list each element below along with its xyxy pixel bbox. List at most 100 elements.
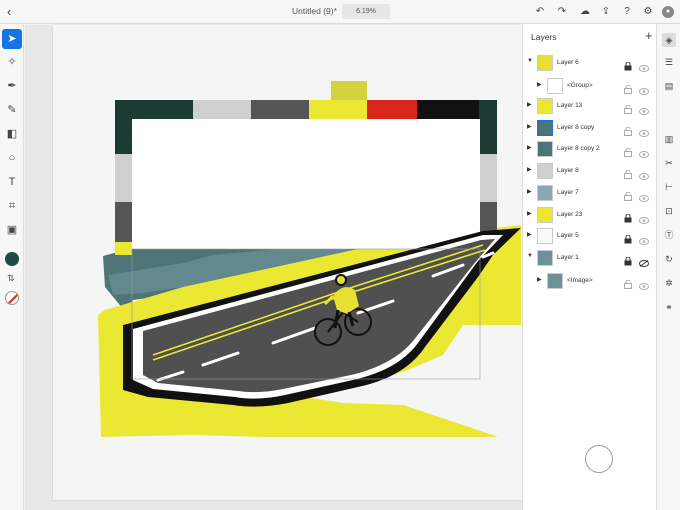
layer-thumbnail[interactable] bbox=[537, 228, 553, 244]
eye-icon[interactable] bbox=[639, 102, 649, 115]
pen-tool-icon[interactable]: ✒ bbox=[2, 76, 22, 96]
align-icon[interactable]: ⊢ bbox=[662, 180, 676, 194]
eye-icon[interactable] bbox=[639, 145, 649, 158]
expand-arrow-icon[interactable]: ▶ bbox=[537, 276, 542, 283]
layer-thumbnail[interactable] bbox=[537, 163, 553, 179]
share-icon[interactable]: ⇪ bbox=[599, 5, 613, 19]
eye-icon[interactable] bbox=[639, 82, 649, 95]
unlock-icon[interactable] bbox=[624, 101, 632, 114]
layer-name[interactable]: Layer 8 bbox=[557, 167, 579, 174]
layer-thumbnail[interactable] bbox=[547, 78, 563, 94]
plus-icon[interactable]: + bbox=[645, 28, 653, 43]
unlock-icon[interactable] bbox=[624, 188, 632, 201]
unlock-icon[interactable] bbox=[624, 144, 632, 157]
eye-icon[interactable] bbox=[639, 277, 649, 290]
unlock-icon[interactable] bbox=[624, 123, 632, 136]
unlock-icon[interactable] bbox=[624, 166, 632, 179]
libraries-icon[interactable]: ▤ bbox=[662, 79, 676, 93]
expand-arrow-icon[interactable]: ▶ bbox=[527, 144, 532, 151]
layer-row[interactable]: ▶ Layer 8 bbox=[523, 160, 657, 182]
eye-icon[interactable] bbox=[639, 211, 649, 224]
direct-select-tool-icon[interactable]: ✧ bbox=[2, 52, 22, 72]
eye-icon[interactable] bbox=[639, 189, 649, 202]
cloud-sync-icon[interactable]: ☁ bbox=[578, 5, 592, 19]
zoom-level[interactable]: 6.19% bbox=[342, 4, 390, 19]
layer-thumbnail[interactable] bbox=[547, 273, 563, 289]
redo-icon[interactable]: ↷ bbox=[555, 5, 569, 19]
shape-tool-icon[interactable]: ○ bbox=[2, 148, 22, 168]
lock-icon[interactable] bbox=[624, 253, 632, 266]
unlock-icon[interactable] bbox=[624, 81, 632, 94]
layer-name[interactable]: Layer 8 copy bbox=[557, 124, 594, 131]
image-tool-icon[interactable]: ▣ bbox=[2, 220, 22, 240]
expand-arrow-icon[interactable]: ▶ bbox=[527, 166, 532, 173]
select-tool-icon[interactable]: ➤ bbox=[2, 29, 22, 49]
done-button[interactable] bbox=[585, 445, 613, 473]
canvas-area[interactable] bbox=[25, 25, 522, 510]
layer-name[interactable]: Layer 6 bbox=[557, 59, 579, 66]
help-icon[interactable]: ? bbox=[620, 5, 634, 19]
collapse-arrow-icon[interactable]: ▼ bbox=[527, 58, 533, 64]
type-tool-icon[interactable]: T bbox=[2, 172, 22, 192]
layer-row[interactable]: ▶ Layer 23 bbox=[523, 204, 657, 226]
layer-row[interactable]: ▶ <Image> bbox=[523, 270, 657, 292]
layer-row[interactable]: ▶ <Group> bbox=[523, 75, 657, 97]
artboard[interactable] bbox=[53, 25, 522, 500]
expand-arrow-icon[interactable]: ▶ bbox=[537, 81, 542, 88]
pencil-tool-icon[interactable]: ✎ bbox=[2, 100, 22, 120]
layer-thumbnail[interactable] bbox=[537, 185, 553, 201]
repeat-icon[interactable]: ↻ bbox=[662, 252, 676, 266]
layer-name[interactable]: Layer 7 bbox=[557, 189, 579, 196]
expand-arrow-icon[interactable]: ▶ bbox=[527, 123, 532, 130]
layers-icon[interactable]: ◈ bbox=[662, 33, 676, 47]
expand-arrow-icon[interactable]: ▶ bbox=[527, 210, 532, 217]
layer-thumbnail[interactable] bbox=[537, 250, 553, 266]
layer-thumbnail[interactable] bbox=[537, 141, 553, 157]
layer-row[interactable]: ▶ Layer 13 bbox=[523, 95, 657, 117]
layer-row[interactable]: ▶ Layer 7 bbox=[523, 182, 657, 204]
eye-icon[interactable] bbox=[639, 59, 649, 72]
user-icon[interactable]: ● bbox=[662, 6, 674, 18]
unlock-icon[interactable] bbox=[624, 276, 632, 289]
expand-arrow-icon[interactable]: ▶ bbox=[527, 188, 532, 195]
expand-arrow-icon[interactable]: ▶ bbox=[527, 101, 532, 108]
layer-name[interactable]: <Image> bbox=[567, 277, 593, 284]
eye-icon[interactable] bbox=[639, 124, 649, 137]
swap-colors-icon[interactable]: ⇅ bbox=[7, 273, 15, 284]
layer-row[interactable]: ▼ Layer 6 bbox=[523, 52, 657, 74]
stroke-color-swatch[interactable] bbox=[5, 291, 19, 305]
chevron-left-icon[interactable]: ‹ bbox=[7, 5, 11, 19]
transform-icon[interactable]: ⊡ bbox=[662, 204, 676, 218]
text-properties-icon[interactable]: Ⓣ bbox=[662, 228, 676, 242]
lock-icon[interactable] bbox=[624, 58, 632, 71]
settings-icon[interactable]: ✲ bbox=[662, 276, 676, 290]
eye-icon[interactable] bbox=[639, 167, 649, 180]
expand-arrow-icon[interactable]: ▶ bbox=[527, 231, 532, 238]
fill-color-swatch[interactable] bbox=[5, 252, 19, 266]
collapse-arrow-icon[interactable]: ▼ bbox=[527, 253, 533, 259]
layer-row[interactable]: ▶ Layer 8 copy bbox=[523, 117, 657, 139]
document-title[interactable]: Untitled (9)* bbox=[292, 6, 337, 16]
transform-tool-icon[interactable]: ⌗ bbox=[2, 196, 22, 216]
lock-icon[interactable] bbox=[624, 231, 632, 244]
lock-icon[interactable] bbox=[624, 210, 632, 223]
layer-row[interactable]: ▼ Layer 1 bbox=[523, 247, 657, 269]
layer-name[interactable]: Layer 1 bbox=[557, 254, 579, 261]
layer-name[interactable]: Layer 8 copy 2 bbox=[557, 145, 600, 152]
artwork[interactable] bbox=[53, 25, 522, 500]
layer-row[interactable]: ▶ Layer 8 copy 2 bbox=[523, 138, 657, 160]
layer-thumbnail[interactable] bbox=[537, 98, 553, 114]
properties-icon[interactable]: ☰ bbox=[662, 55, 676, 69]
undo-icon[interactable]: ↶ bbox=[533, 5, 547, 19]
eye-icon[interactable] bbox=[639, 232, 649, 245]
link-icon[interactable]: ⚭ bbox=[662, 300, 676, 314]
eraser-tool-icon[interactable]: ◧ bbox=[2, 124, 22, 144]
scissors-icon[interactable]: ✂ bbox=[662, 156, 676, 170]
layer-name[interactable]: <Group> bbox=[567, 82, 593, 89]
arrange-icon[interactable]: ▥ bbox=[662, 132, 676, 146]
layer-thumbnail[interactable] bbox=[537, 207, 553, 223]
layer-thumbnail[interactable] bbox=[537, 120, 553, 136]
layer-name[interactable]: Layer 23 bbox=[557, 211, 582, 218]
layer-row[interactable]: ▶ Layer 5 bbox=[523, 225, 657, 247]
settings-icon[interactable]: ⚙ bbox=[641, 5, 655, 19]
